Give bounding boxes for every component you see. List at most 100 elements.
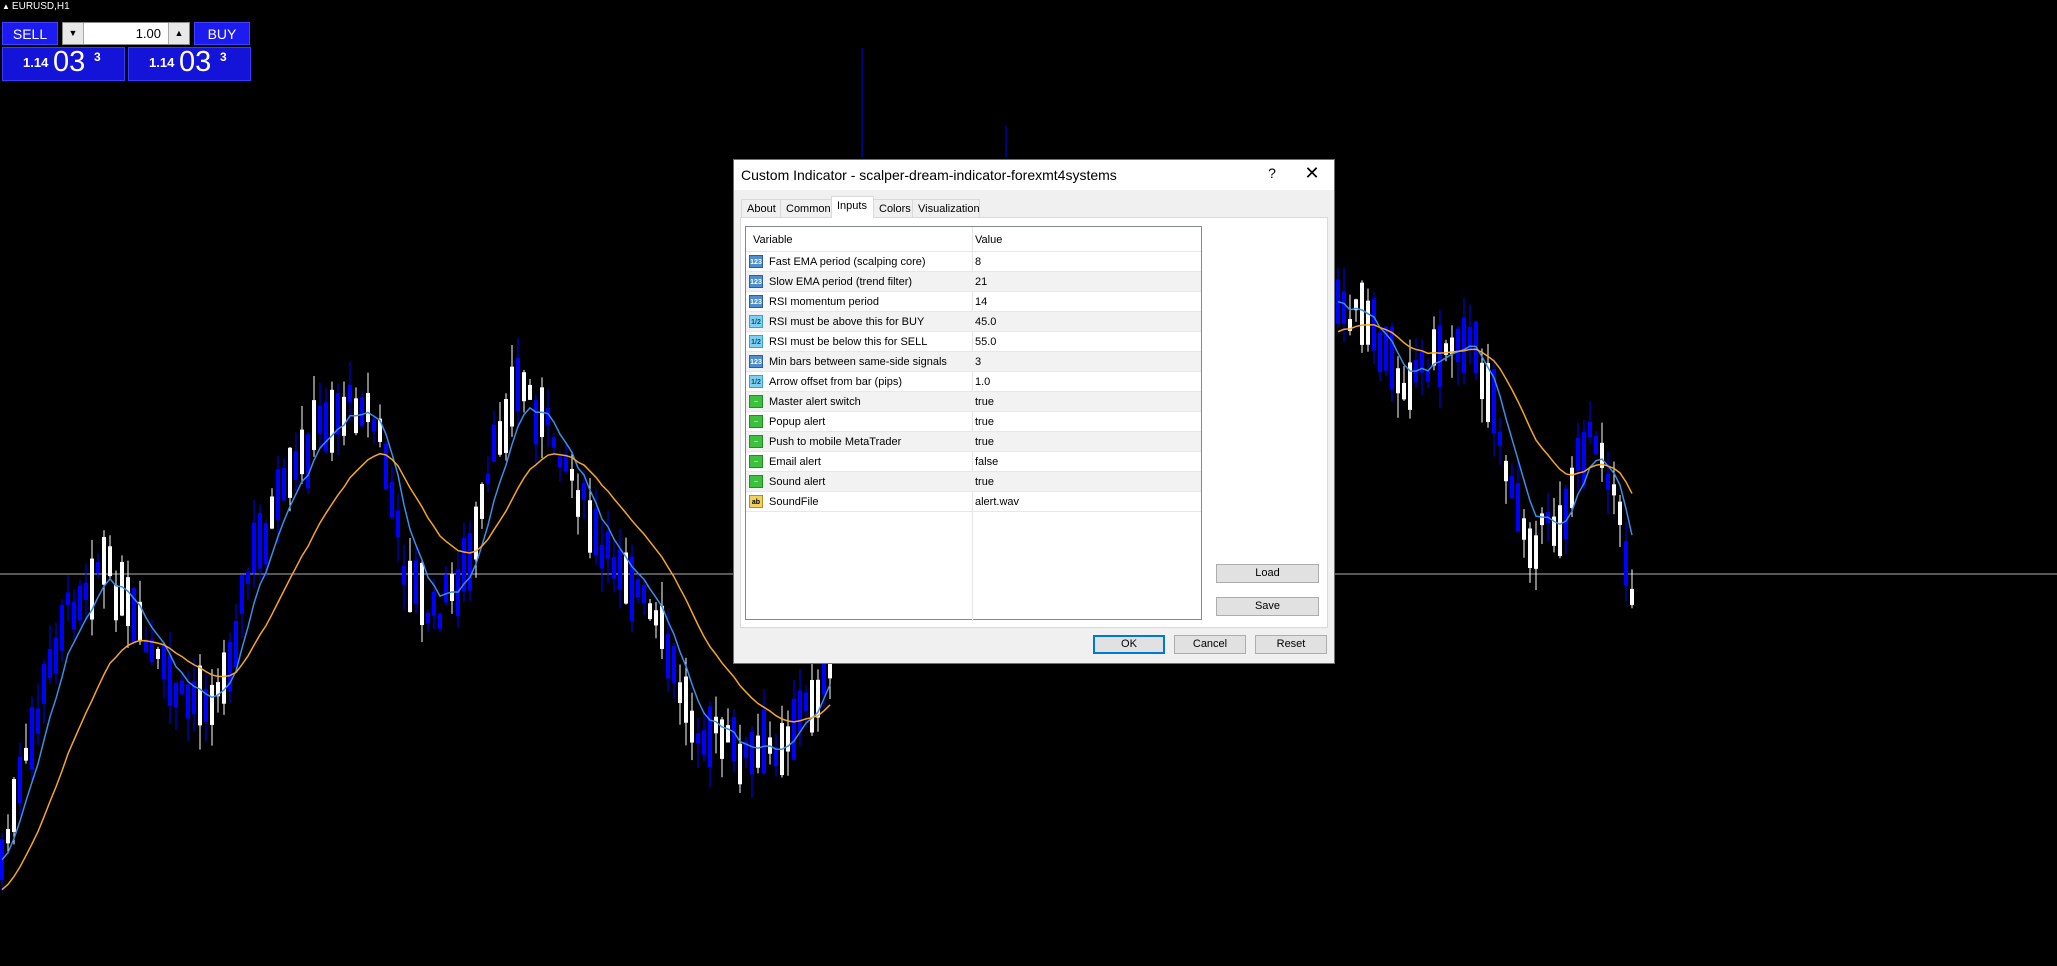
chart-symbol-label: ▲ EURUSD,H1 bbox=[2, 1, 70, 12]
candle-body bbox=[186, 684, 190, 719]
sell-price-big: 1.14 bbox=[23, 55, 49, 70]
tab-colors[interactable]: Colors bbox=[873, 199, 913, 217]
reset-button[interactable]: Reset bbox=[1255, 635, 1327, 654]
variable-value[interactable]: 55.0 bbox=[975, 336, 996, 348]
sell-price-fraction: 3 bbox=[94, 50, 101, 64]
variable-value[interactable]: 21 bbox=[975, 276, 987, 288]
variable-value[interactable]: 45.0 bbox=[975, 316, 996, 328]
integer-type-icon: 123 bbox=[749, 255, 763, 268]
candle-body bbox=[750, 731, 754, 775]
lot-size-stepper[interactable]: ▼ 1.00 ▲ bbox=[62, 22, 190, 45]
variable-value[interactable]: true bbox=[975, 476, 994, 488]
variable-value[interactable]: 14 bbox=[975, 296, 987, 308]
table-row[interactable]: 123 Slow EMA period (trend filter) 21 bbox=[746, 272, 1201, 292]
chevron-up-icon[interactable]: ▲ bbox=[168, 23, 189, 44]
ok-button[interactable]: OK bbox=[1093, 635, 1165, 654]
buy-price[interactable]: 1.14 03 3 bbox=[128, 46, 251, 81]
help-icon[interactable]: ? bbox=[1262, 165, 1282, 181]
variable-name: Master alert switch bbox=[769, 396, 861, 408]
table-row[interactable]: 1/2 RSI must be above this for BUY 45.0 bbox=[746, 312, 1201, 332]
candle-body bbox=[300, 429, 304, 475]
candle-body bbox=[210, 684, 214, 725]
column-variable[interactable]: Variable bbox=[753, 234, 793, 246]
table-row[interactable]: ~ Popup alert true bbox=[746, 412, 1201, 432]
candle-body bbox=[396, 510, 400, 538]
candle-body bbox=[582, 482, 586, 501]
variable-name: Popup alert bbox=[769, 416, 826, 428]
candle-body bbox=[1342, 291, 1346, 324]
candle-body bbox=[342, 396, 346, 436]
candle-body bbox=[306, 434, 310, 489]
double-type-icon: 1/2 bbox=[749, 335, 763, 348]
sell-button[interactable]: SELL bbox=[2, 22, 58, 45]
boolean-type-icon: ~ bbox=[749, 435, 763, 448]
tab-visualization[interactable]: Visualization bbox=[912, 199, 980, 217]
candle-body bbox=[18, 756, 22, 804]
tab-inputs[interactable]: Inputs bbox=[831, 196, 874, 218]
candle-body bbox=[600, 544, 604, 569]
dialog-titlebar[interactable]: Custom Indicator - scalper-dream-indicat… bbox=[734, 160, 1334, 190]
variable-name: Email alert bbox=[769, 456, 821, 468]
chevron-down-icon[interactable]: ▼ bbox=[63, 23, 84, 44]
tab-about[interactable]: About bbox=[741, 199, 781, 217]
buy-button[interactable]: BUY bbox=[194, 22, 250, 45]
table-row[interactable]: ~ Push to mobile MetaTrader true bbox=[746, 432, 1201, 452]
table-row[interactable]: ~ Sound alert true bbox=[746, 472, 1201, 492]
sell-price[interactable]: 1.14 03 3 bbox=[2, 46, 125, 81]
candle-body bbox=[714, 716, 718, 734]
candle-body bbox=[642, 584, 646, 604]
table-row[interactable]: 123 RSI momentum period 14 bbox=[746, 292, 1201, 312]
tab-common[interactable]: Common bbox=[780, 199, 832, 217]
candle-body bbox=[96, 561, 100, 574]
candle-body bbox=[1606, 473, 1610, 490]
save-button[interactable]: Save bbox=[1216, 597, 1319, 616]
column-value[interactable]: Value bbox=[975, 234, 1002, 246]
candle-body bbox=[174, 682, 178, 708]
candle-body bbox=[702, 730, 706, 755]
candle-body bbox=[504, 399, 508, 453]
candle-body bbox=[510, 366, 514, 427]
lot-size-value[interactable]: 1.00 bbox=[136, 23, 161, 44]
variable-name: SoundFile bbox=[769, 496, 819, 508]
candle-body bbox=[1456, 328, 1460, 363]
variable-value[interactable]: true bbox=[975, 416, 994, 428]
candle-body bbox=[6, 829, 10, 844]
variable-value[interactable]: 3 bbox=[975, 356, 981, 368]
variable-value[interactable]: 1.0 bbox=[975, 376, 990, 388]
cancel-button[interactable]: Cancel bbox=[1174, 635, 1246, 654]
candle-body bbox=[114, 585, 118, 621]
candle-body bbox=[1480, 362, 1484, 400]
integer-type-icon: 123 bbox=[749, 275, 763, 288]
variable-value[interactable]: false bbox=[975, 456, 998, 468]
candle-body bbox=[282, 468, 286, 501]
table-row[interactable]: 123 Fast EMA period (scalping core) 8 bbox=[746, 252, 1201, 272]
candle-body bbox=[516, 357, 520, 412]
table-row[interactable]: ~ Email alert false bbox=[746, 452, 1201, 472]
candle-body bbox=[678, 682, 682, 703]
variable-value[interactable]: alert.wav bbox=[975, 496, 1019, 508]
candle-body bbox=[1522, 518, 1526, 540]
candle-body bbox=[426, 612, 430, 624]
variable-value[interactable]: true bbox=[975, 436, 994, 448]
candle-body bbox=[1564, 488, 1568, 540]
load-button[interactable]: Load bbox=[1216, 564, 1319, 583]
table-row[interactable]: 1/2 Arrow offset from bar (pips) 1.0 bbox=[746, 372, 1201, 392]
candle-body bbox=[390, 482, 394, 518]
close-icon[interactable]: ✕ bbox=[1302, 163, 1322, 184]
table-row[interactable]: ~ Master alert switch true bbox=[746, 392, 1201, 412]
candle-body bbox=[492, 424, 496, 462]
variable-value[interactable]: 8 bbox=[975, 256, 981, 268]
candle-body bbox=[108, 546, 112, 577]
candle-body bbox=[24, 747, 28, 761]
candle-body bbox=[1570, 467, 1574, 508]
candle-body bbox=[1630, 588, 1634, 605]
variable-value[interactable]: true bbox=[975, 396, 994, 408]
candle-body bbox=[1528, 528, 1532, 569]
table-row[interactable]: 123 Min bars between same-side signals 3 bbox=[746, 352, 1201, 372]
candle-body bbox=[48, 648, 52, 679]
table-row[interactable]: 1/2 RSI must be below this for SELL 55.0 bbox=[746, 332, 1201, 352]
candle-body bbox=[66, 592, 70, 606]
candle-body bbox=[756, 735, 760, 768]
table-row[interactable]: ab SoundFile alert.wav bbox=[746, 492, 1201, 512]
candle-body bbox=[486, 473, 490, 484]
